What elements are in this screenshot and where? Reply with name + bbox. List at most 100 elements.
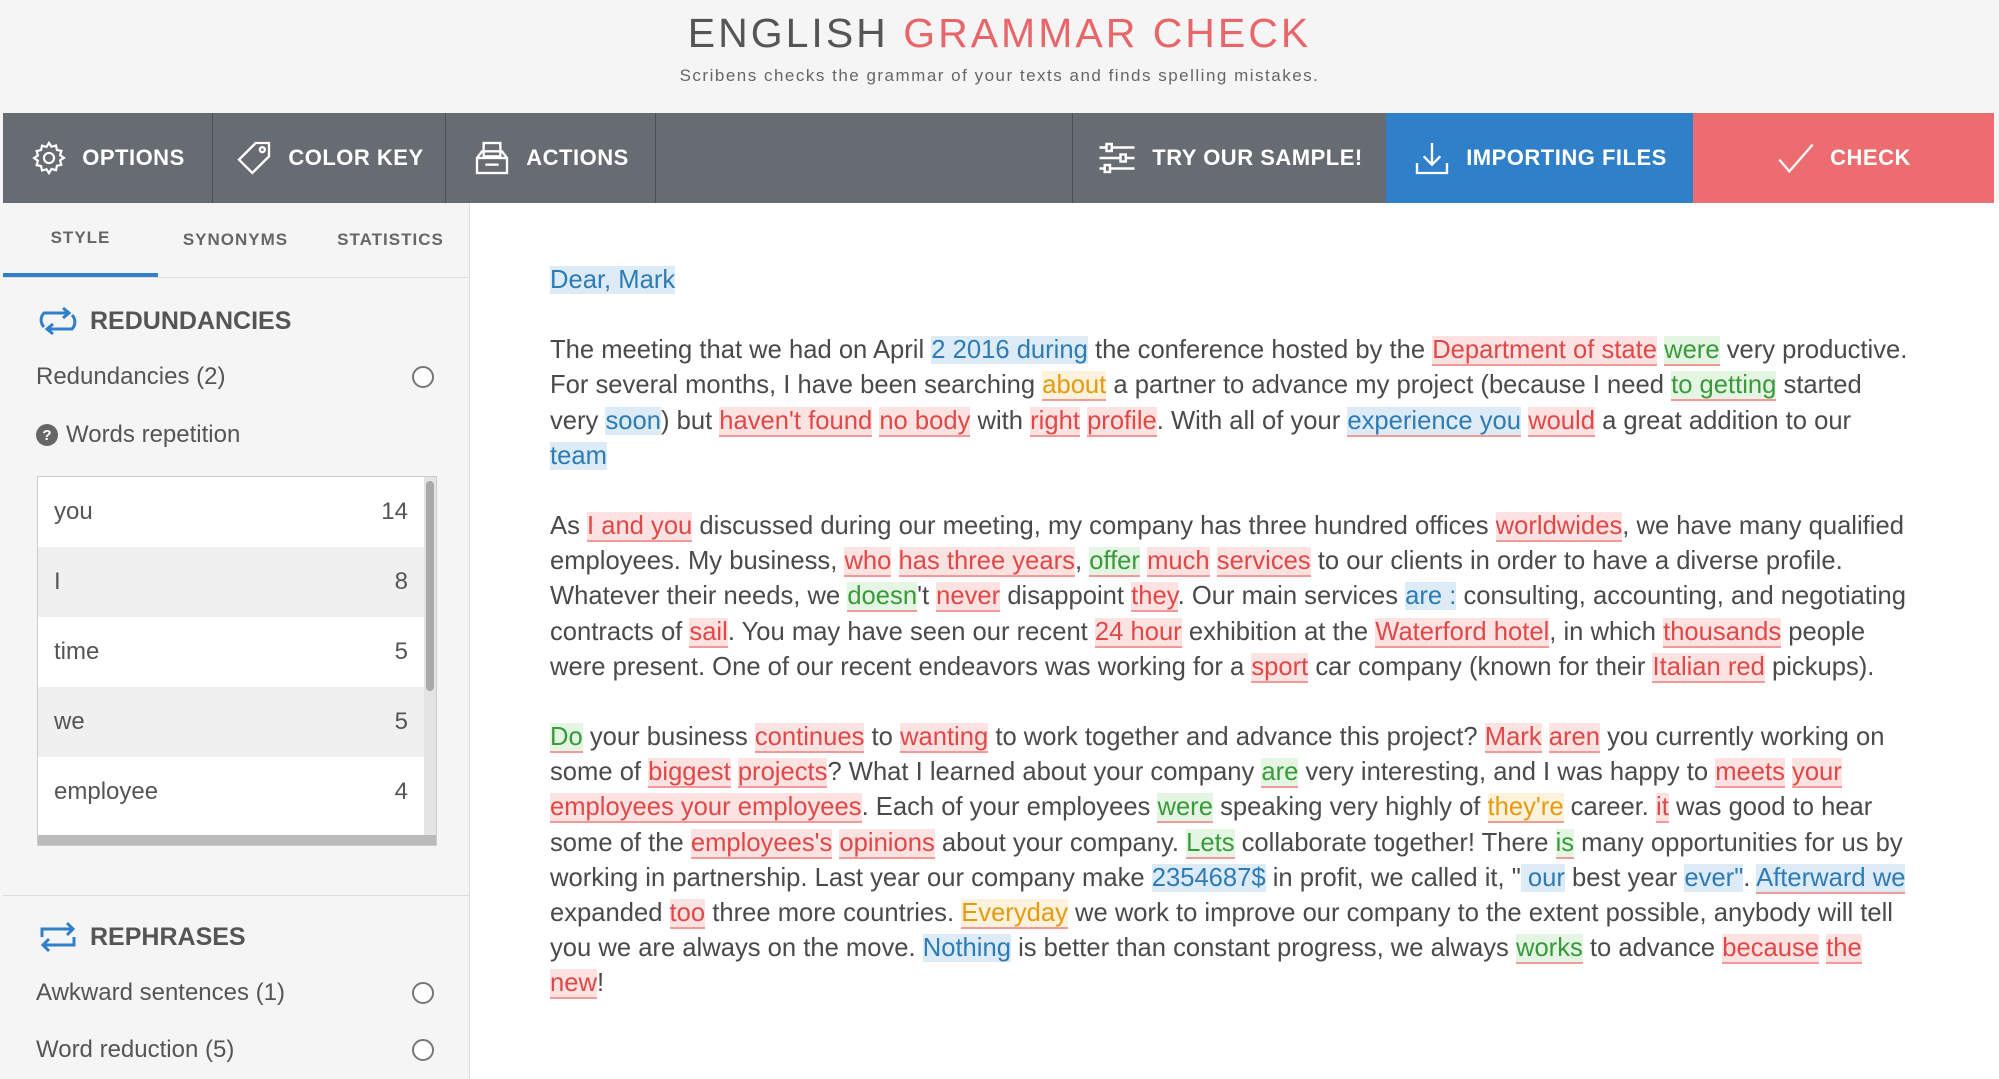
flagged-word[interactable]: would bbox=[1528, 406, 1595, 437]
flagged-word[interactable]: is bbox=[1555, 828, 1575, 859]
flagged-word[interactable]: profile bbox=[1087, 406, 1157, 437]
flagged-word[interactable]: haven't found bbox=[719, 406, 873, 437]
tab-synonyms[interactable]: SYNONYMS bbox=[158, 203, 313, 277]
flagged-word[interactable]: wanting bbox=[900, 723, 989, 754]
flagged-word[interactable]: thousands bbox=[1663, 617, 1782, 648]
flagged-word[interactable]: Do bbox=[550, 723, 583, 754]
flagged-word[interactable]: employees's bbox=[690, 828, 833, 859]
flagged-word[interactable]: Waterford hotel bbox=[1375, 617, 1550, 648]
flagged-word[interactable]: right bbox=[1030, 406, 1080, 437]
rephrases-title: REPHRASES bbox=[90, 922, 246, 951]
flagged-word[interactable]: Mark bbox=[1484, 723, 1542, 754]
flagged-word[interactable]: Italian red bbox=[1652, 652, 1765, 683]
actions-button[interactable]: ACTIONS bbox=[446, 113, 656, 203]
awkward-sentences-option[interactable]: Awkward sentences (1) bbox=[36, 975, 436, 1011]
flagged-word[interactable]: 2354687$ bbox=[1151, 863, 1266, 892]
flagged-word[interactable]: 24 hour bbox=[1094, 617, 1182, 648]
greeting[interactable]: Dear, Mark bbox=[550, 266, 676, 294]
document-area[interactable]: Dear, Mark The meeting that we had on Ap… bbox=[470, 203, 1999, 1079]
redundancies-radio[interactable] bbox=[412, 366, 434, 388]
redundancies-option[interactable]: Redundancies (2) bbox=[36, 359, 436, 395]
list-item[interactable]: we 5 bbox=[38, 687, 424, 757]
flagged-word[interactable]: Everyday bbox=[961, 899, 1068, 930]
text-run: speaking very highly of bbox=[1212, 793, 1488, 822]
flagged-word[interactable]: are : bbox=[1405, 582, 1457, 611]
flagged-word[interactable]: Department of state bbox=[1432, 336, 1657, 367]
check-button[interactable]: CHECK bbox=[1693, 113, 1994, 203]
flagged-word[interactable]: never bbox=[936, 582, 1001, 613]
word-reduction-option[interactable]: Word reduction (5) bbox=[36, 1032, 436, 1068]
flagged-word[interactable]: worldwides bbox=[1495, 512, 1623, 543]
flagged-word[interactable]: has three years bbox=[898, 547, 1075, 578]
tab-style[interactable]: STYLE bbox=[3, 203, 158, 277]
awkward-sentences-radio[interactable] bbox=[412, 982, 434, 1004]
paragraph-1: The meeting that we had on April 2 2016 … bbox=[550, 333, 1910, 474]
flagged-word[interactable]: who bbox=[844, 547, 892, 578]
word-reduction-radio[interactable] bbox=[412, 1039, 434, 1061]
text-run: , bbox=[1074, 547, 1090, 576]
flagged-word[interactable]: soon bbox=[605, 406, 661, 435]
flagged-word[interactable]: were bbox=[1157, 793, 1213, 824]
flagged-word[interactable]: offer bbox=[1089, 547, 1140, 578]
flagged-word[interactable]: ever" bbox=[1684, 863, 1744, 892]
flagged-word[interactable]: meets bbox=[1715, 758, 1785, 789]
flagged-word[interactable]: are bbox=[1261, 758, 1299, 789]
text-run: . With all of your bbox=[1156, 406, 1348, 435]
scrollbar-thumb[interactable] bbox=[426, 481, 434, 691]
flagged-word[interactable]: biggest bbox=[648, 758, 731, 789]
flagged-word[interactable]: experience you bbox=[1347, 406, 1521, 437]
inbox-icon bbox=[476, 141, 509, 175]
flagged-word[interactable]: the bbox=[1826, 934, 1862, 965]
flagged-word[interactable]: much bbox=[1147, 547, 1210, 578]
sidebar: STYLE SYNONYMS STATISTICS REDUNDANCIES R… bbox=[3, 203, 470, 1079]
flagged-word[interactable]: they bbox=[1131, 582, 1178, 613]
text-run: a partner to advance my project (because… bbox=[1106, 371, 1672, 400]
flagged-word[interactable]: sail bbox=[689, 617, 728, 648]
flagged-word[interactable]: it bbox=[1656, 793, 1669, 824]
flagged-word[interactable]: too bbox=[669, 899, 706, 930]
flagged-word[interactable]: were bbox=[1664, 336, 1720, 367]
flagged-word[interactable]: services bbox=[1216, 547, 1311, 578]
flagged-word[interactable]: I and you bbox=[586, 512, 693, 543]
flagged-word[interactable]: Afterward we bbox=[1756, 863, 1906, 894]
flagged-word[interactable]: team bbox=[550, 441, 607, 470]
flagged-word[interactable]: new bbox=[550, 969, 597, 1000]
flagged-word[interactable]: opinions bbox=[839, 828, 935, 859]
flagged-word[interactable]: 2 2016 during bbox=[931, 336, 1088, 365]
list-scrollbar[interactable] bbox=[424, 477, 436, 845]
text-run: to work together and advance this projec… bbox=[988, 723, 1485, 752]
flagged-word[interactable]: about bbox=[1042, 371, 1107, 402]
document-text[interactable]: Dear, Mark The meeting that we had on Ap… bbox=[550, 263, 1910, 1037]
flagged-word[interactable]: Nothing bbox=[922, 934, 1011, 963]
help-icon[interactable]: ? bbox=[36, 424, 58, 446]
flagged-word[interactable]: because bbox=[1722, 934, 1820, 965]
flagged-word[interactable]: aren bbox=[1548, 723, 1600, 754]
list-item[interactable]: time 5 bbox=[38, 617, 424, 687]
list-item[interactable]: I 8 bbox=[38, 547, 424, 617]
flagged-word[interactable]: no body bbox=[879, 406, 971, 437]
flagged-word[interactable]: works bbox=[1515, 934, 1583, 965]
word-reduction-label: Word reduction (5) bbox=[36, 1036, 235, 1063]
options-button[interactable]: OPTIONS bbox=[3, 113, 213, 203]
flagged-word[interactable]: doesn bbox=[847, 582, 918, 613]
import-files-button[interactable]: IMPORTING FILES bbox=[1386, 113, 1693, 203]
flagged-word[interactable]: Lets bbox=[1186, 828, 1235, 859]
word: employee bbox=[54, 778, 159, 805]
redundancies-label: Redundancies (2) bbox=[36, 363, 226, 390]
text-run: the conference hosted by the bbox=[1087, 336, 1433, 365]
flagged-word[interactable]: projects bbox=[737, 758, 828, 789]
word-count: 8 bbox=[394, 568, 408, 595]
list-horizontal-scrollbar[interactable] bbox=[38, 835, 436, 845]
list-item[interactable]: you 14 bbox=[38, 477, 424, 547]
try-sample-button[interactable]: TRY OUR SAMPLE! bbox=[1072, 113, 1386, 203]
flagged-word[interactable]: sport bbox=[1251, 652, 1309, 683]
list-item[interactable]: employee 4 bbox=[38, 757, 424, 827]
sidebar-tabs: STYLE SYNONYMS STATISTICS bbox=[3, 203, 469, 278]
flagged-word[interactable]: our bbox=[1520, 863, 1565, 892]
flagged-word[interactable]: continues bbox=[754, 723, 865, 754]
color-key-button[interactable]: COLOR KEY bbox=[213, 113, 446, 203]
tab-statistics[interactable]: STATISTICS bbox=[313, 203, 468, 277]
swap-arrows-icon bbox=[40, 921, 76, 953]
flagged-word[interactable]: they're bbox=[1487, 793, 1564, 824]
flagged-word[interactable]: to getting bbox=[1671, 371, 1777, 402]
